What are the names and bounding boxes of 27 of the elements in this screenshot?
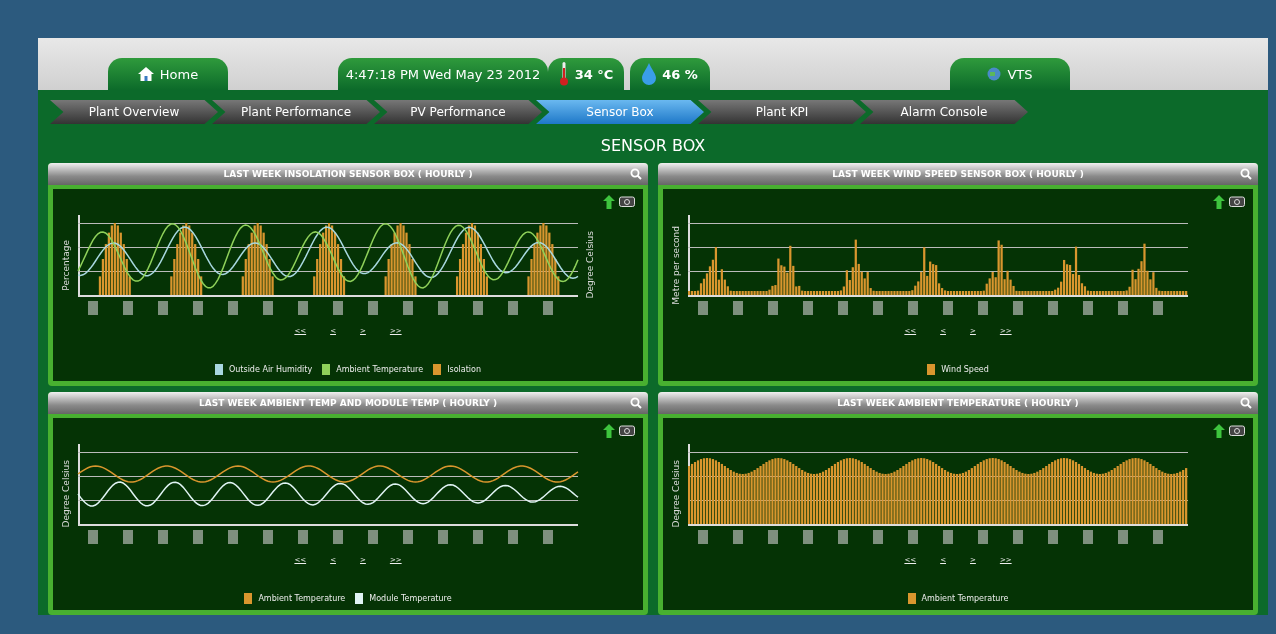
panel-title: LAST WEEK AMBIENT TEMPERATURE ( HOURLY ) bbox=[837, 398, 1079, 408]
breadcrumb-tab[interactable]: Plant Performance bbox=[212, 100, 380, 124]
y-axis-label: Metre per second bbox=[671, 225, 681, 305]
legend-label: Ambient Temperature bbox=[921, 594, 1009, 603]
y-axis-label: Degree Celsius bbox=[585, 231, 595, 299]
home-tab[interactable]: Home bbox=[159, 66, 199, 82]
y-axis-label: Degree Celsius bbox=[61, 460, 71, 528]
clock-text: 4:47:18 PM Wed May 23 2012 bbox=[345, 66, 541, 82]
legend-label: Outside Air Humidity bbox=[228, 365, 313, 374]
panel-title: LAST WEEK INSOLATION SENSOR BOX ( HOURLY ) bbox=[223, 169, 473, 179]
panel-title: LAST WEEK AMBIENT TEMP AND MODULE TEMP ( HOURLY ) bbox=[198, 398, 498, 408]
legend-label: Wind Speed bbox=[941, 365, 989, 374]
humidity-value: 46 % bbox=[662, 66, 698, 82]
page-title: SENSOR BOX bbox=[599, 136, 707, 155]
breadcrumb-tab[interactable]: PV Performance bbox=[374, 100, 542, 124]
breadcrumb-tab[interactable]: Alarm Console bbox=[860, 100, 1028, 124]
legend-label: Isolation bbox=[447, 365, 481, 374]
legend-label: Ambient Temperature bbox=[258, 594, 346, 603]
y-axis-label: Percentage bbox=[61, 239, 71, 291]
panel-title: LAST WEEK WIND SPEED SENSOR BOX ( HOURLY ) bbox=[832, 169, 1084, 179]
legend-label: Module Temperature bbox=[369, 594, 452, 603]
vts-tab[interactable]: VTS bbox=[1007, 66, 1033, 82]
y-axis-label: Degree Celsius bbox=[671, 460, 681, 528]
breadcrumb-tab[interactable]: Plant KPI bbox=[698, 100, 866, 124]
breadcrumb-tab[interactable]: Plant Overview bbox=[50, 100, 218, 124]
legend-label: Ambient Temperature bbox=[336, 365, 424, 374]
temperature-value: 34 °C bbox=[574, 66, 614, 82]
